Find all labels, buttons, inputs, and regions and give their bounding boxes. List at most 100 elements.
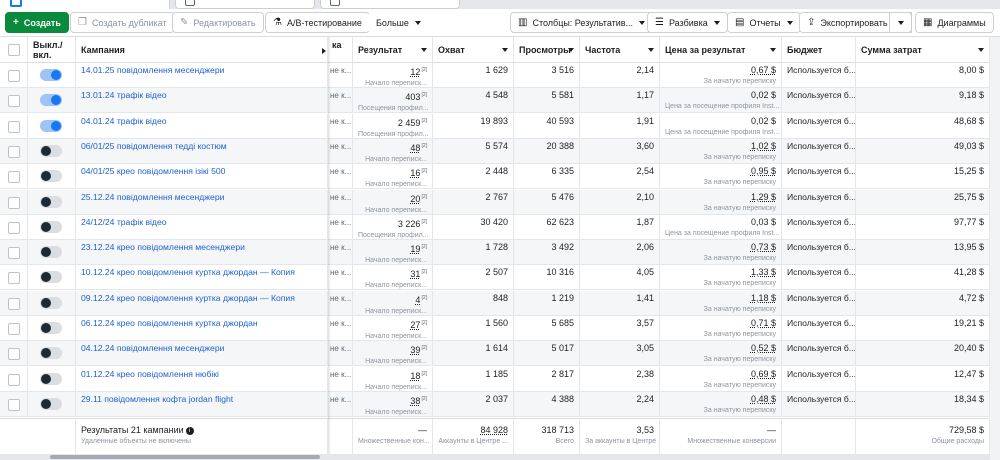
campaign-name-link[interactable]: 13.01.24 трафік відео [76, 88, 328, 114]
campaign-name-link[interactable]: 24/12/24 трафік відео [76, 214, 328, 240]
header-frequency[interactable]: Частота [580, 37, 660, 63]
table-row[interactable]: 24/12/24 трафік відео не к... 3 226[2] Посе… [0, 214, 990, 240]
header-reach[interactable]: Охват [433, 37, 514, 63]
campaign-toggle[interactable] [40, 94, 62, 107]
horizontal-scrollbar[interactable] [0, 454, 990, 460]
table-row[interactable]: 04/01/25 крео повідомлення ізікі 500 не к… [0, 164, 990, 190]
campaign-name-link[interactable]: 06.12.24 крео повідомлення куртка джорда… [76, 316, 328, 341]
row-checkbox[interactable] [8, 196, 20, 209]
cost-value[interactable]: 0,95 $ [665, 164, 776, 178]
row-checkbox[interactable] [8, 247, 20, 260]
table-row[interactable]: 04.01.24 трафік відео не к... 2 459[2] Посе… [0, 113, 990, 139]
cost-value[interactable]: 0,71 $ [665, 316, 776, 330]
row-checkbox[interactable] [8, 95, 20, 108]
result-value[interactable]: 31[2] [358, 265, 427, 281]
campaign-toggle[interactable] [40, 271, 62, 284]
campaign-toggle[interactable] [40, 246, 62, 259]
campaign-toggle[interactable] [40, 220, 62, 233]
row-checkbox[interactable] [8, 373, 20, 386]
row-checkbox[interactable] [8, 398, 20, 411]
vertical-scrollbar[interactable] [990, 37, 1000, 460]
info-icon[interactable]: i [185, 426, 194, 435]
row-checkbox[interactable] [8, 145, 20, 158]
columns-dropdown[interactable]: ▥ Столбцы: Результатив... [510, 12, 654, 33]
create-button[interactable]: + Создать [5, 12, 69, 33]
cost-value[interactable]: 0,67 $ [665, 63, 776, 77]
export-menu-button[interactable] [889, 12, 912, 33]
campaign-name-link[interactable]: 04.12.24 повідомлення месенджери [76, 341, 328, 367]
tab-adsets[interactable] [175, 0, 315, 9]
cost-value[interactable]: 1,29 $ [665, 190, 776, 204]
result-value[interactable]: 27[2] [358, 316, 427, 332]
campaign-toggle[interactable] [40, 144, 62, 157]
table-row[interactable]: 25.12.24 повідомлення месенджери не к... 2… [0, 189, 990, 215]
table-row[interactable]: 06.12.24 крео повідомлення куртка джорда… [0, 316, 990, 341]
result-value[interactable]: 19[2] [358, 240, 427, 256]
result-value[interactable]: 48[2] [358, 139, 427, 155]
cost-value[interactable]: 0,52 $ [665, 341, 776, 355]
table-row[interactable]: 01.12.24 крео повідомлення нюбікі не к...… [0, 366, 990, 392]
campaign-toggle[interactable] [40, 296, 62, 309]
header-toggle[interactable]: Выкл./вкл. [28, 37, 76, 63]
row-checkbox[interactable] [8, 171, 20, 184]
cost-value[interactable]: 0,69 $ [665, 367, 776, 381]
table-row[interactable]: 29.11 повідомлення кофта jordan flight не… [0, 391, 990, 417]
result-value[interactable]: 4[2] [358, 291, 427, 307]
row-checkbox[interactable] [8, 272, 20, 285]
header-views[interactable]: Просмотры [514, 37, 580, 63]
tab-campaigns[interactable] [0, 0, 170, 9]
reports-dropdown[interactable]: ▤ Отчеты [727, 12, 801, 33]
campaign-toggle[interactable] [40, 397, 62, 410]
campaign-name-link[interactable]: 23.12.24 крео повідомлення месенджери [76, 240, 328, 266]
row-checkbox[interactable] [8, 297, 20, 310]
cost-value[interactable]: 1,02 $ [665, 139, 776, 153]
result-value[interactable]: 39[2] [358, 341, 427, 357]
select-all-checkbox[interactable] [8, 44, 20, 56]
campaign-toggle[interactable] [40, 322, 62, 334]
table-row[interactable]: 14.01.25 повідомлення месенджери не к... 1… [0, 63, 990, 88]
header-result[interactable]: Результат [353, 37, 433, 63]
tab-ads[interactable] [320, 0, 460, 9]
campaign-toggle[interactable] [40, 170, 62, 183]
campaign-name-link[interactable]: 04.01.24 трафік відео [76, 113, 328, 139]
charts-button[interactable]: ▦ Диаграммы [915, 12, 994, 33]
duplicate-button[interactable]: ❐ Создать дубликат [70, 12, 175, 33]
edit-button[interactable]: ✎ Редактировать [172, 12, 264, 33]
campaign-toggle[interactable] [40, 347, 62, 360]
campaign-name-link[interactable]: 25.12.24 повідомлення месенджери [76, 189, 328, 215]
row-checkbox[interactable] [8, 221, 20, 234]
table-row[interactable]: 09.12.24 крео повідомлення куртка джорда… [0, 290, 990, 316]
campaign-toggle[interactable] [40, 195, 62, 208]
row-checkbox[interactable] [8, 348, 20, 361]
cost-value[interactable]: 0,73 $ [665, 240, 776, 254]
breakdown-dropdown[interactable]: ☰ Разбивка [647, 12, 728, 33]
campaign-name-link[interactable]: 29.11 повідомлення кофта jordan flight [76, 391, 328, 417]
ab-test-button[interactable]: ⚗ A/B-тестирование [265, 12, 370, 33]
result-value[interactable]: 20[2] [358, 190, 427, 206]
result-value[interactable]: 12[2] [358, 63, 427, 79]
campaign-name-link[interactable]: 04/01/25 крео повідомлення ізікі 500 [76, 164, 328, 190]
cost-value[interactable]: 0,48 $ [665, 392, 776, 406]
campaign-name-link[interactable]: 01.12.24 крео повідомлення нюбікі [76, 366, 328, 392]
table-row[interactable]: 13.01.24 трафік відео не к... 403[2] Посеще… [0, 88, 990, 114]
more-dropdown[interactable]: Больше [368, 12, 429, 33]
campaign-name-link[interactable]: 10.12.24 крео повідомлення куртка джорда… [76, 265, 328, 291]
table-row[interactable]: 23.12.24 крео повідомлення месенджери не … [0, 240, 990, 266]
cost-value[interactable]: 1,18 $ [665, 291, 776, 305]
header-partial[interactable]: ка [330, 37, 353, 63]
result-value[interactable]: 18[2] [358, 367, 427, 383]
result-value[interactable]: 16[2] [358, 164, 427, 180]
result-value[interactable]: 38[2] [358, 392, 427, 408]
campaign-name-link[interactable]: 06/01/25 повідомлення тедді костюм [76, 138, 328, 164]
header-campaign[interactable]: Кампания [76, 37, 328, 63]
row-checkbox[interactable] [8, 120, 20, 133]
table-row[interactable]: 06/01/25 повідомлення тедді костюм не к..… [0, 138, 990, 164]
campaign-name-link[interactable]: 09.12.24 крео повідомлення куртка джорда… [76, 290, 328, 316]
header-cost-per-result[interactable]: Цена за результат [660, 37, 782, 63]
header-budget[interactable]: Бюджет [782, 37, 856, 63]
header-spend[interactable]: Сумма затрат [856, 37, 990, 63]
campaign-name-link[interactable]: 14.01.25 повідомлення месенджери [76, 63, 328, 88]
scrollbar-thumb[interactable] [50, 455, 320, 459]
campaign-toggle[interactable] [40, 119, 62, 132]
row-checkbox[interactable] [8, 323, 20, 335]
